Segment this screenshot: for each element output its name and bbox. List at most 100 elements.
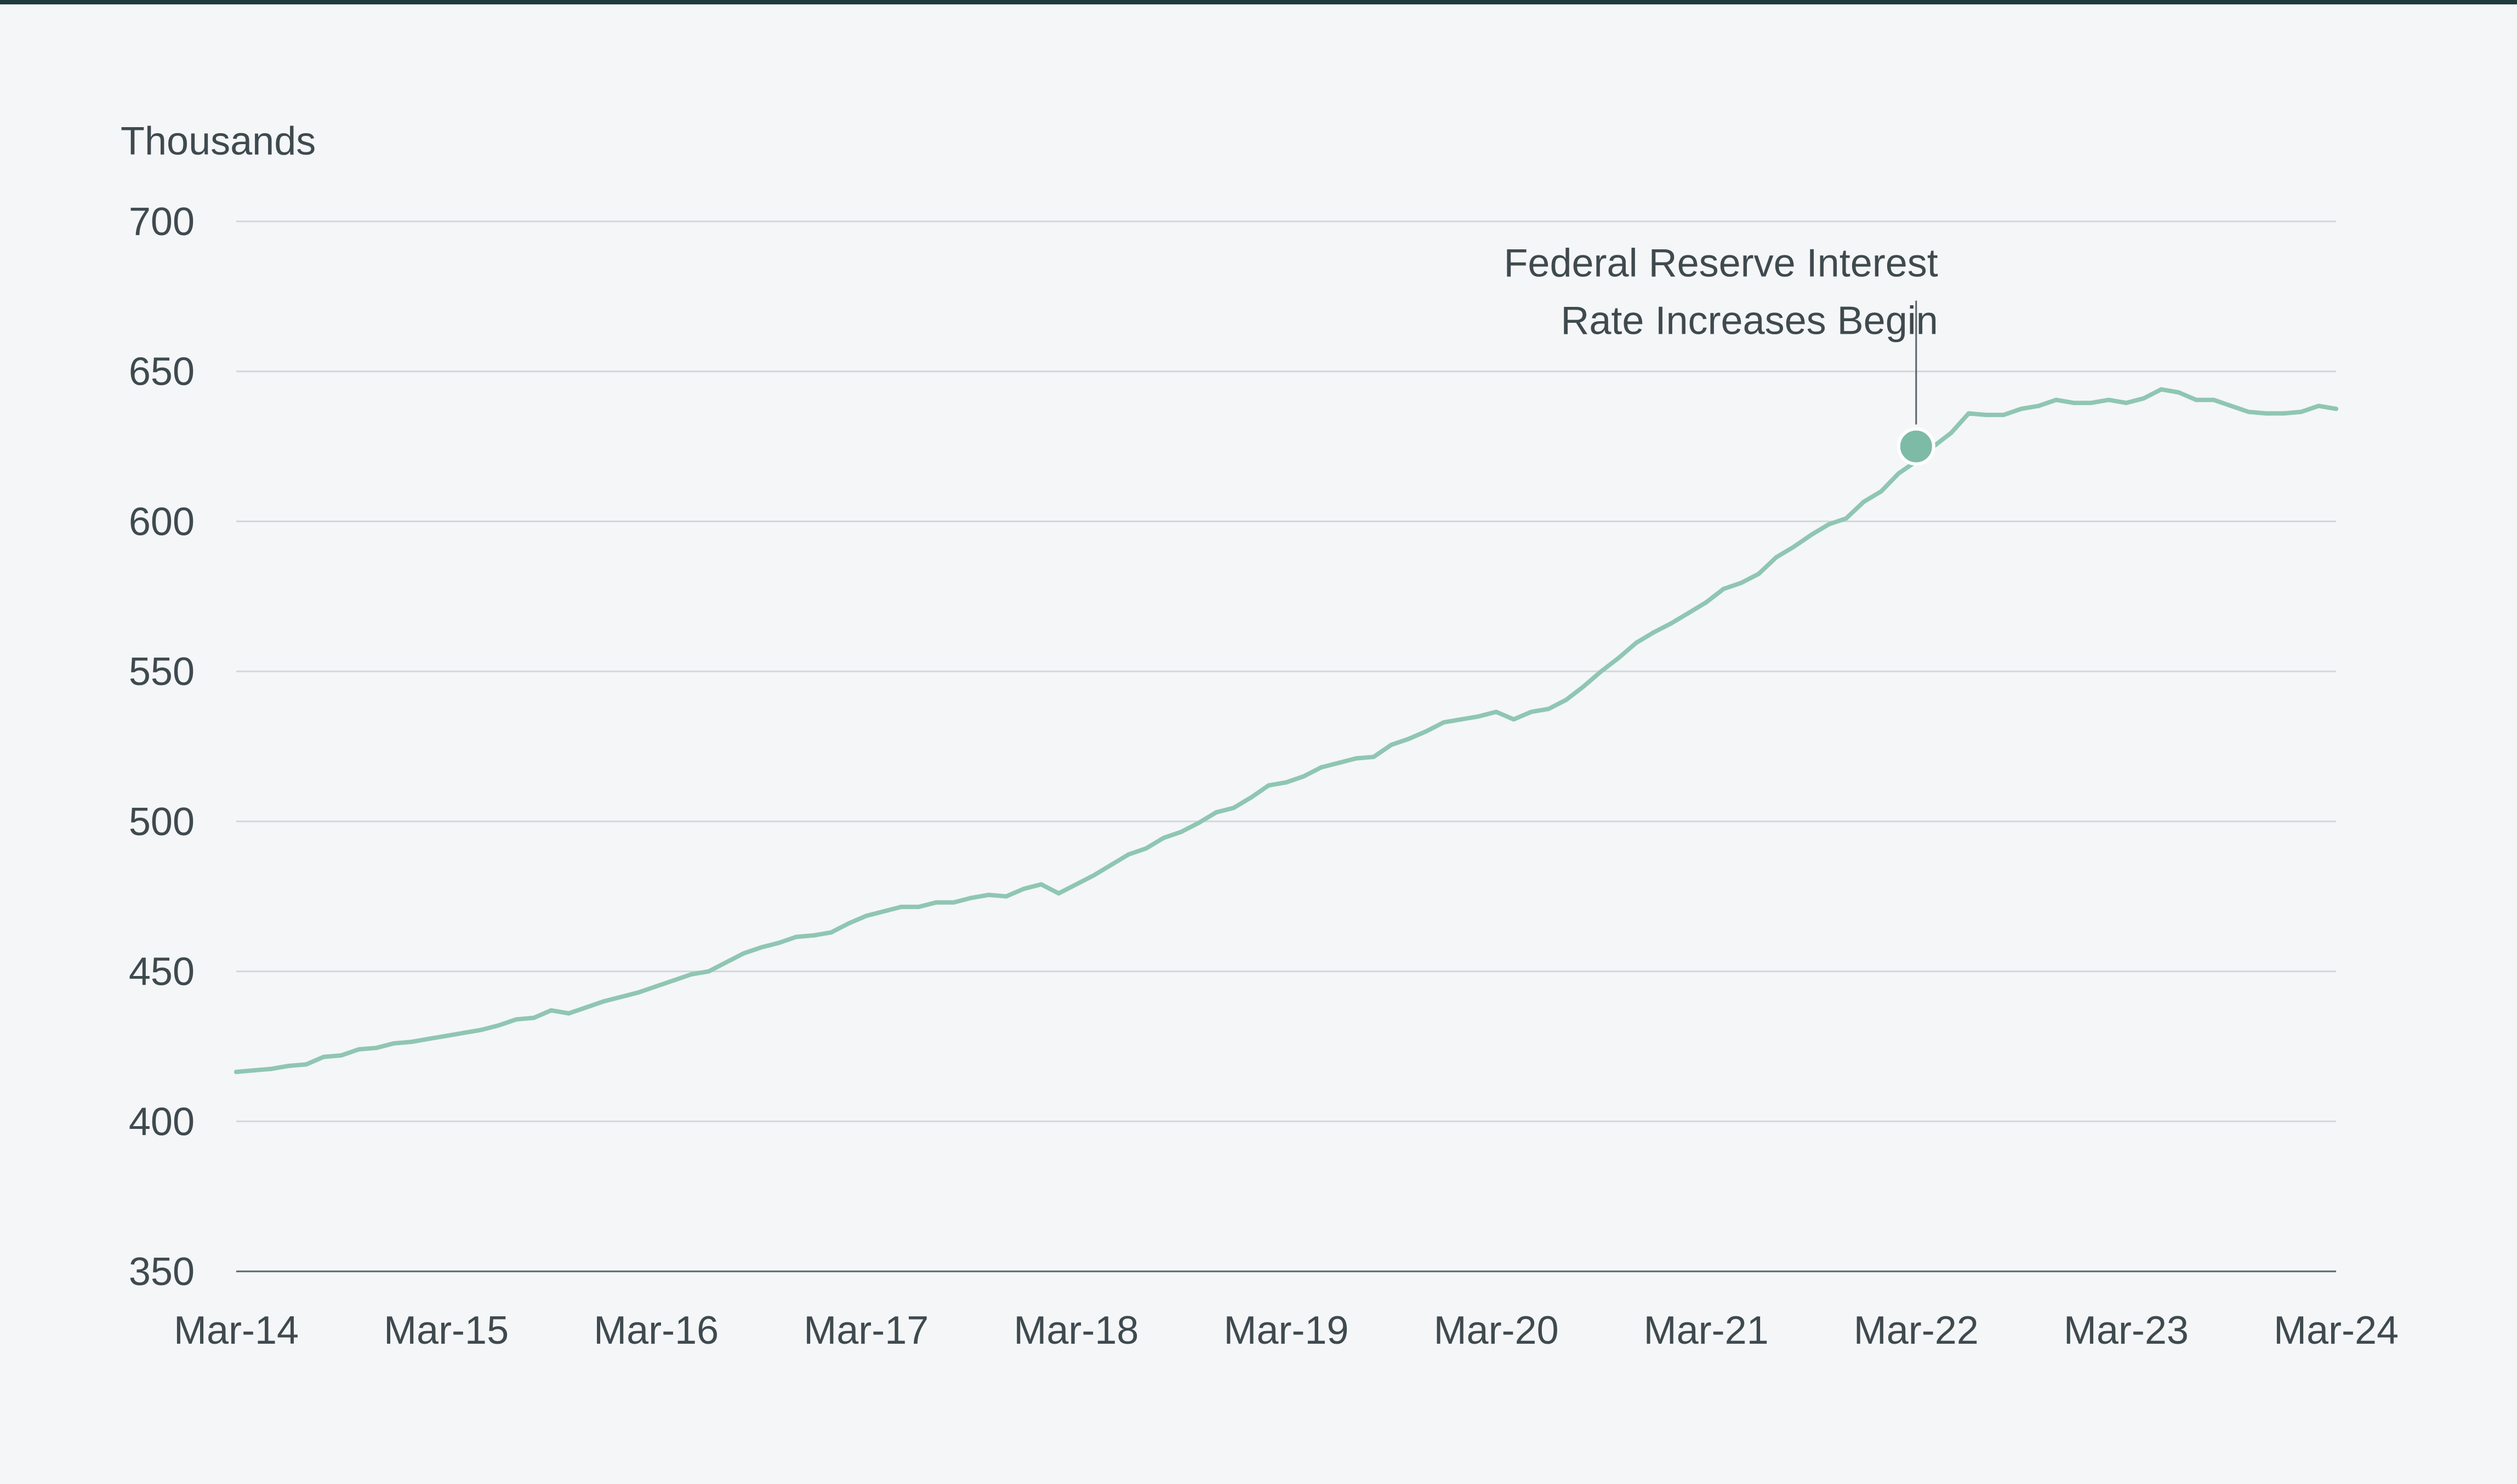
- data-point: [1668, 621, 1673, 626]
- data-point: [636, 990, 641, 995]
- x-tick-label: Mar-22: [1854, 1309, 1979, 1352]
- data-point: [794, 934, 799, 939]
- x-tick-label: Mar-19: [1223, 1309, 1348, 1352]
- data-point: [2001, 413, 2006, 418]
- x-tick-label: Mar-18: [1013, 1309, 1138, 1352]
- data-point: [951, 900, 956, 905]
- data-point: [2054, 397, 2059, 402]
- data-point: [2334, 407, 2338, 412]
- data-point: [601, 999, 606, 1004]
- data-point: [724, 960, 728, 965]
- annotation-marker: [1897, 427, 1935, 466]
- data-point: [881, 909, 886, 914]
- data-point: [1423, 729, 1428, 734]
- annotation-text-line-2: Rate Increases Begin: [1561, 299, 1938, 343]
- data-point: [566, 1011, 571, 1016]
- x-tick-label: Mar-24: [2274, 1309, 2399, 1352]
- data-point: [444, 1034, 449, 1038]
- data-point: [1844, 516, 1849, 521]
- data-point: [689, 972, 694, 977]
- data-point: [1581, 684, 1586, 689]
- y-tick-label: 350: [129, 1250, 195, 1294]
- data-point: [1406, 737, 1411, 741]
- data-point: [986, 893, 991, 897]
- data-point: [671, 978, 676, 983]
- data-point: [1774, 555, 1779, 560]
- data-point: [1686, 610, 1691, 615]
- data-point: [1984, 413, 1989, 418]
- series-line: [234, 387, 2338, 1074]
- x-axis-tick-labels: Mar-14 Mar-15 Mar-16 Mar-17 Mar-18 Mar-19 Mar-…: [174, 1309, 2399, 1352]
- data-point: [321, 1054, 326, 1059]
- data-point: [269, 1066, 274, 1071]
- annotation-text-line-1: Federal Reserve Interest: [1504, 242, 1938, 286]
- data-point: [1949, 430, 1954, 435]
- y-tick-label: 650: [129, 350, 195, 394]
- data-point: [2123, 401, 2128, 406]
- data-point: [2019, 407, 2024, 412]
- data-point: [969, 895, 973, 900]
- data-point: [916, 904, 921, 909]
- data-point: [1756, 572, 1761, 577]
- data-point: [1896, 471, 1901, 476]
- data-point: [1056, 891, 1061, 896]
- data-point: [2246, 409, 2251, 414]
- data-point: [741, 951, 746, 956]
- y-tick-label: 700: [129, 200, 195, 244]
- data-point: [1494, 710, 1499, 714]
- y-tick-label: 550: [129, 650, 195, 694]
- data-point: [1196, 820, 1201, 825]
- y-tick-label: 600: [129, 500, 195, 544]
- data-point: [2211, 397, 2216, 402]
- data-point: [514, 1017, 519, 1022]
- data-point: [1966, 411, 1971, 416]
- x-tick-label: Mar-14: [174, 1309, 299, 1352]
- data-point: [1616, 655, 1621, 660]
- data-point: [339, 1053, 344, 1058]
- data-point: [1476, 714, 1481, 719]
- data-point: [1214, 810, 1218, 815]
- data-point: [829, 930, 834, 935]
- data-point: [251, 1068, 256, 1073]
- data-point: [409, 1040, 414, 1044]
- data-point: [1704, 600, 1709, 605]
- data-point: [1529, 710, 1534, 714]
- data-point: [2071, 401, 2076, 406]
- data-point: [1599, 669, 1604, 674]
- data-point: [2281, 411, 2286, 416]
- data-point: [479, 1028, 483, 1032]
- data-point: [1231, 806, 1236, 811]
- data-point: [654, 984, 659, 989]
- data-point: [1266, 783, 1271, 788]
- data-point: [1021, 887, 1026, 891]
- data-point: [1861, 499, 1866, 504]
- data-point: [2036, 403, 2041, 408]
- data-point: [2089, 401, 2094, 406]
- data-point: [584, 1005, 589, 1010]
- data-point: [2316, 403, 2321, 408]
- data-point: [1144, 846, 1149, 851]
- data-point: [2299, 409, 2304, 414]
- data-point: [531, 1015, 536, 1020]
- data-point: [2229, 403, 2234, 408]
- data-point: [1319, 765, 1324, 770]
- y-tick-label: 500: [129, 800, 195, 844]
- data-point: [1564, 698, 1569, 703]
- data-point: [1634, 641, 1638, 646]
- data-point: [1511, 717, 1516, 722]
- x-tick-label: Mar-16: [594, 1309, 719, 1352]
- data-point: [1039, 882, 1044, 887]
- data-point: [864, 914, 869, 918]
- data-point: [1651, 630, 1656, 635]
- data-point: [1441, 720, 1446, 725]
- data-point: [811, 933, 816, 938]
- gridlines: [236, 220, 2336, 1122]
- data-point: [934, 900, 938, 905]
- data-point: [2264, 411, 2269, 416]
- data-point: [1721, 586, 1726, 591]
- data-point: [1546, 706, 1551, 711]
- data-point: [304, 1062, 309, 1067]
- data-point: [1109, 863, 1114, 867]
- data-point: [374, 1046, 379, 1051]
- data-point: [1739, 580, 1744, 585]
